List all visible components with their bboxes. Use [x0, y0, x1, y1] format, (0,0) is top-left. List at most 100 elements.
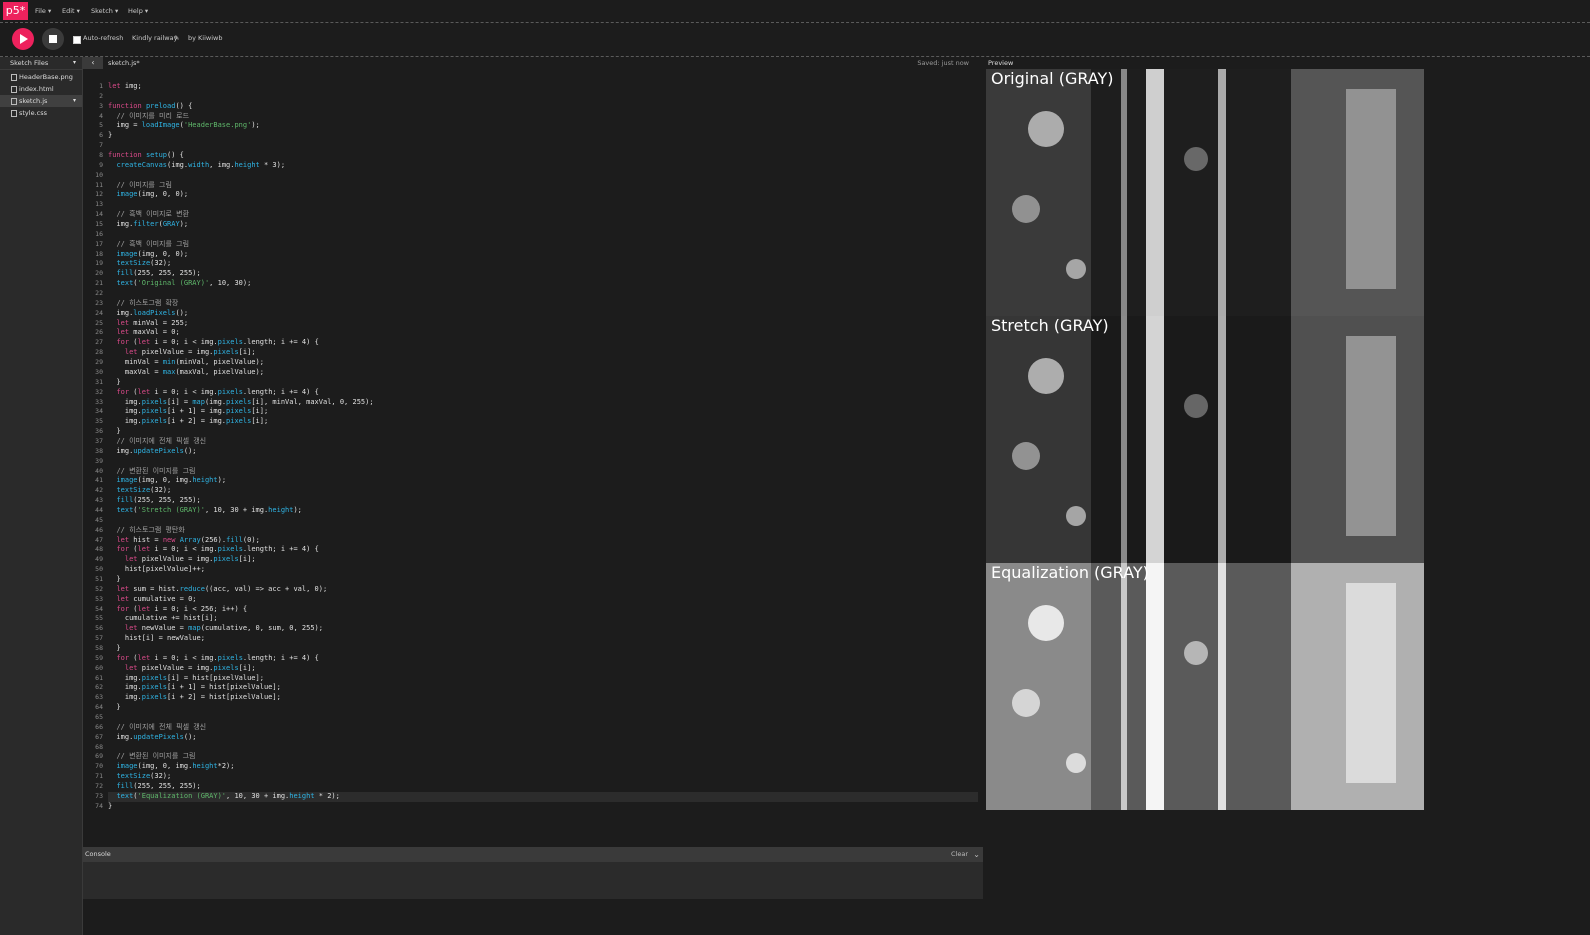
code-line[interactable]: [108, 171, 978, 181]
code-line[interactable]: img.pixels[i] = map(img.pixels[i], minVa…: [108, 398, 978, 408]
collapse-sidebar-button[interactable]: ‹: [83, 57, 103, 69]
code-line[interactable]: let pixelValue = img.pixels[i];: [108, 348, 978, 358]
code-line[interactable]: // 이미지를 미리 로드: [108, 112, 978, 122]
code-line[interactable]: fill(255, 255, 255);: [108, 496, 978, 506]
code-line[interactable]: textSize(32);: [108, 772, 978, 782]
code-line[interactable]: for (let i = 0; i < img.pixels.length; i…: [108, 338, 978, 348]
p5-logo[interactable]: p5*: [3, 2, 28, 20]
menu-sketch[interactable]: Sketch ▾: [91, 0, 118, 22]
code-line[interactable]: text('Stretch (GRAY)', 10, 30 + img.heig…: [108, 506, 978, 516]
code-line[interactable]: maxVal = max(maxVal, pixelValue);: [108, 368, 978, 378]
code-line[interactable]: // 이미지에 전체 픽셀 갱신: [108, 437, 978, 447]
play-button[interactable]: [12, 28, 34, 50]
code-line[interactable]: [108, 289, 978, 299]
chevron-down-icon[interactable]: ▾: [73, 95, 76, 107]
code-line[interactable]: }: [108, 802, 978, 812]
file-item[interactable]: style.css: [0, 107, 82, 119]
code-line[interactable]: [108, 230, 978, 240]
code-area[interactable]: let img; function preload() { // 이미지를 미리…: [108, 82, 978, 812]
code-line[interactable]: }: [108, 427, 978, 437]
code-line[interactable]: [108, 516, 978, 526]
code-line[interactable]: for (let i = 0; i < img.pixels.length; i…: [108, 654, 978, 664]
code-line[interactable]: text('Original (GRAY)', 10, 30);: [108, 279, 978, 289]
code-line[interactable]: let minVal = 255;: [108, 319, 978, 329]
code-line[interactable]: let maxVal = 0;: [108, 328, 978, 338]
code-line[interactable]: }: [108, 644, 978, 654]
code-line[interactable]: // 흑백 이미지로 변환: [108, 210, 978, 220]
toolbar: Auto-refresh Kindly railway ✎ by Kiiwiwb: [0, 23, 1590, 57]
code-line[interactable]: [108, 200, 978, 210]
code-editor[interactable]: 1 2 3 4 5 6 7 8 9 10 11 12 13 14 15 16 17 18 19 20 21 22 23 24 2…: [83, 70, 983, 846]
code-line[interactable]: minVal = min(minVal, pixelValue);: [108, 358, 978, 368]
stop-button[interactable]: [42, 28, 64, 50]
code-line[interactable]: image(img, 0, 0);: [108, 190, 978, 200]
code-line[interactable]: img.pixels[i] = hist[pixelValue];: [108, 674, 978, 684]
menu-file[interactable]: File ▾: [35, 0, 51, 22]
auto-refresh-checkbox[interactable]: [73, 36, 81, 44]
code-line[interactable]: createCanvas(img.width, img.height * 3);: [108, 161, 978, 171]
code-line[interactable]: [108, 713, 978, 723]
code-line[interactable]: // 이미지에 전체 픽셀 갱신: [108, 723, 978, 733]
code-line[interactable]: let newValue = map(cumulative, 0, sum, 0…: [108, 624, 978, 634]
code-line[interactable]: let pixelValue = img.pixels[i];: [108, 664, 978, 674]
code-line[interactable]: hist[pixelValue]++;: [108, 565, 978, 575]
code-line[interactable]: // 변환된 이미지를 그림: [108, 467, 978, 477]
code-line[interactable]: // 변환된 이미지를 그림: [108, 752, 978, 762]
code-line[interactable]: textSize(32);: [108, 259, 978, 269]
sketch-name[interactable]: Kindly railway: [132, 34, 177, 42]
code-line[interactable]: image(img, 0, img.height*2);: [108, 762, 978, 772]
code-line[interactable]: fill(255, 255, 255);: [108, 269, 978, 279]
menu-edit[interactable]: Edit ▾: [62, 0, 80, 22]
code-line[interactable]: // 히스토그램 확장: [108, 299, 978, 309]
code-line[interactable]: hist[i] = newValue;: [108, 634, 978, 644]
preview-panel-stretch: Stretch (GRAY): [986, 316, 1424, 563]
code-line[interactable]: img = loadImage('HeaderBase.png');: [108, 121, 978, 131]
code-line[interactable]: img.pixels[i + 1] = hist[pixelValue];: [108, 683, 978, 693]
code-line[interactable]: let sum = hist.reduce((acc, val) => acc …: [108, 585, 978, 595]
code-line[interactable]: let pixelValue = img.pixels[i];: [108, 555, 978, 565]
code-line[interactable]: textSize(32);: [108, 486, 978, 496]
code-line[interactable]: img.updatePixels();: [108, 447, 978, 457]
code-line[interactable]: img.pixels[i + 1] = img.pixels[i];: [108, 407, 978, 417]
code-line[interactable]: }: [108, 575, 978, 585]
code-line[interactable]: }: [108, 378, 978, 388]
code-line[interactable]: [108, 743, 978, 753]
code-line[interactable]: // 흑백 이미지를 그림: [108, 240, 978, 250]
code-line[interactable]: let cumulative = 0;: [108, 595, 978, 605]
code-line[interactable]: img.loadPixels();: [108, 309, 978, 319]
editor-tab[interactable]: sketch.js*: [108, 57, 140, 69]
code-line[interactable]: img.pixels[i + 2] = hist[pixelValue];: [108, 693, 978, 703]
line-number: 45: [95, 515, 103, 524]
console-clear-button[interactable]: Clear: [951, 847, 968, 862]
preview-canvas[interactable]: Original (GRAY) Stretch (GRAY) Equalizat…: [986, 69, 1424, 810]
code-line[interactable]: text('Equalization (GRAY)', 10, 30 + img…: [108, 791, 978, 802]
code-line[interactable]: img.updatePixels();: [108, 733, 978, 743]
file-item-active[interactable]: sketch.js ▾: [0, 95, 82, 107]
code-line[interactable]: [108, 457, 978, 467]
code-line[interactable]: // 히스토그램 평탄화: [108, 526, 978, 536]
chevron-down-icon[interactable]: ⌄: [973, 847, 980, 862]
code-line[interactable]: image(img, 0, img.height);: [108, 476, 978, 486]
code-line[interactable]: }: [108, 131, 978, 141]
code-line[interactable]: for (let i = 0; i < img.pixels.length; i…: [108, 388, 978, 398]
code-line[interactable]: for (let i = 0; i < img.pixels.length; i…: [108, 545, 978, 555]
code-line[interactable]: img.filter(GRAY);: [108, 220, 978, 230]
chevron-down-icon[interactable]: ▾: [73, 57, 76, 69]
code-line[interactable]: let img;: [108, 82, 978, 92]
code-line[interactable]: [108, 141, 978, 151]
code-line[interactable]: img.pixels[i + 2] = img.pixels[i];: [108, 417, 978, 427]
code-line[interactable]: function preload() {: [108, 102, 978, 112]
file-item[interactable]: HeaderBase.png: [0, 71, 82, 83]
code-line[interactable]: image(img, 0, 0);: [108, 250, 978, 260]
code-line[interactable]: // 이미지를 그림: [108, 181, 978, 191]
pencil-icon[interactable]: ✎: [174, 34, 179, 42]
code-line[interactable]: [108, 92, 978, 102]
code-line[interactable]: fill(255, 255, 255);: [108, 782, 978, 792]
code-line[interactable]: cumulative += hist[i];: [108, 614, 978, 624]
code-line[interactable]: let hist = new Array(256).fill(0);: [108, 536, 978, 546]
menu-help[interactable]: Help ▾: [128, 0, 148, 22]
file-item[interactable]: index.html: [0, 83, 82, 95]
code-line[interactable]: function setup() {: [108, 151, 978, 161]
code-line[interactable]: for (let i = 0; i < 256; i++) {: [108, 605, 978, 615]
code-line[interactable]: }: [108, 703, 978, 713]
